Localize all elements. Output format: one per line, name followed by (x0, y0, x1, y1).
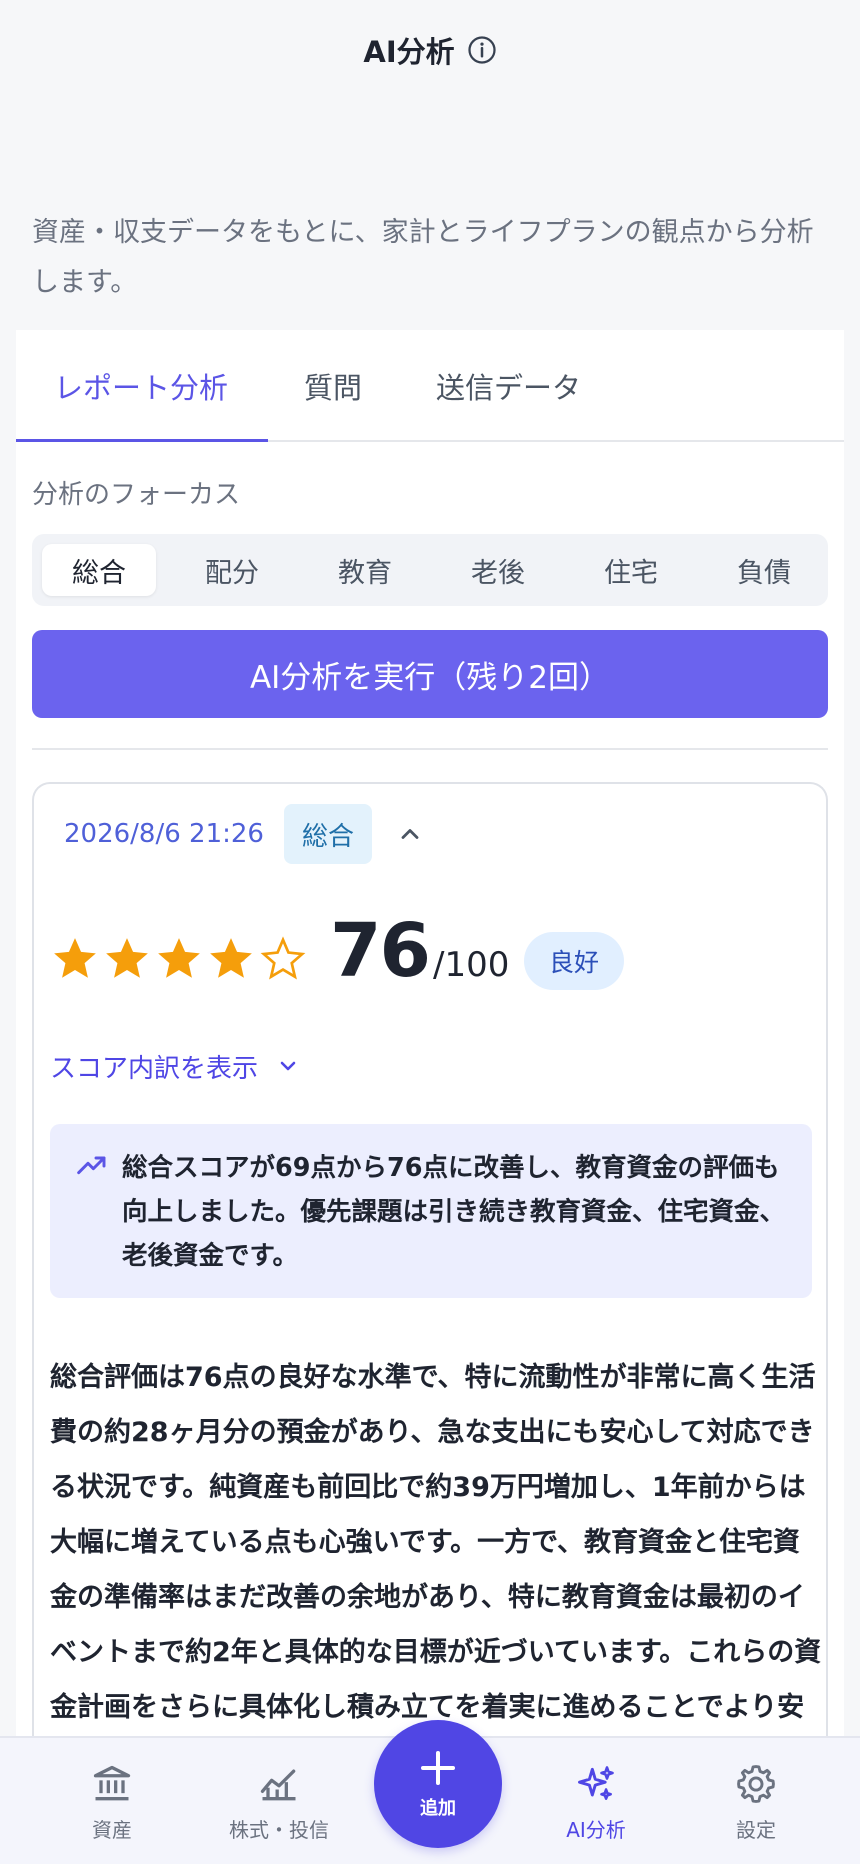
intro-description: 資産・収支データをもとに、家計とライフプランの観点から分析します。 (32, 217, 814, 298)
star-filled-icon (54, 938, 96, 978)
focus-option-housing[interactable]: 住宅 (574, 544, 688, 596)
report-body-text: 総合評価は76点の良好な水準で、特に流動性が非常に高く生活費の約28ヶ月分の預金… (50, 1362, 822, 1750)
focus-segmented-control: 総合 配分 教育 老後 住宅 負債 (32, 534, 828, 606)
nav-label-stocks-funds: 株式・投信 (229, 1817, 329, 1842)
summary-text: 総合スコアが69点から76点に改善し、教育資金の評価も向上しました。優先課題は引… (122, 1153, 786, 1271)
nav-item-assets[interactable]: 資産 (32, 1738, 192, 1864)
nav-item-ai-analysis[interactable]: AI分析 (516, 1738, 676, 1864)
score-breakdown-label: スコア内訳を表示 (50, 1053, 259, 1084)
stock-chart-icon (260, 1769, 296, 1800)
run-ai-analysis-button[interactable]: AI分析を実行（残り2回） (32, 630, 828, 718)
nav-label-settings: 設定 (736, 1817, 776, 1842)
score-max: /100 (432, 945, 510, 985)
rating-stars (50, 934, 308, 984)
plus-icon (421, 1751, 455, 1785)
sparkles-icon (578, 1765, 614, 1800)
nav-label-ai-analysis: AI分析 (566, 1817, 626, 1842)
focus-option-allocation[interactable]: 配分 (175, 544, 289, 596)
app-header: AI分析 (0, 0, 860, 100)
star-filled-icon (106, 938, 148, 978)
focus-option-education[interactable]: 教育 (308, 544, 422, 596)
grade-badge: 良好 (524, 932, 624, 990)
focus-option-debt[interactable]: 負債 (707, 544, 821, 596)
info-icon[interactable] (467, 35, 497, 65)
focus-label: 分析のフォーカス (32, 480, 241, 510)
trending-up-icon (77, 1156, 106, 1175)
nav-item-stocks-funds[interactable]: 株式・投信 (199, 1738, 359, 1864)
score-display: 76 /100 (330, 908, 509, 994)
nav-item-settings[interactable]: 設定 (676, 1738, 836, 1864)
summary-highlight: 総合スコアが69点から76点に改善し、教育資金の評価も向上しました。優先課題は引… (50, 1124, 812, 1298)
report-date: 2026/8/6 21:26 (64, 819, 264, 849)
focus-option-retirement[interactable]: 老後 (441, 544, 555, 596)
report-focus-tag: 総合 (284, 804, 372, 864)
add-fab-button[interactable]: 追加 (374, 1720, 502, 1848)
star-filled-icon (158, 938, 200, 978)
bank-icon (93, 1765, 131, 1800)
tab-sent-data[interactable]: 送信データ (436, 330, 581, 442)
star-empty-icon (260, 936, 306, 980)
focus-option-overall[interactable]: 総合 (42, 544, 156, 596)
page-title: AI分析 (363, 35, 455, 69)
divider (32, 748, 828, 750)
analysis-card: レポート分析 質問 送信データ 分析のフォーカス 総合 配分 教育 老後 住宅 … (16, 330, 844, 1750)
chevron-down-icon (280, 1061, 296, 1071)
score-breakdown-toggle[interactable]: スコア内訳を表示 (50, 1046, 300, 1086)
nav-label-assets: 資産 (92, 1817, 132, 1842)
gear-icon (737, 1764, 775, 1803)
add-fab-label: 追加 (420, 1798, 456, 1819)
tab-bar: レポート分析 質問 送信データ (16, 330, 844, 442)
tab-question[interactable]: 質問 (304, 330, 362, 442)
collapse-chevron-up-icon[interactable] (396, 820, 424, 848)
score-value: 76 (330, 908, 431, 994)
tab-report-analysis[interactable]: レポート分析 (54, 330, 228, 442)
star-filled-icon (210, 938, 252, 978)
active-tab-indicator (16, 439, 268, 442)
report-card: 2026/8/6 21:26 総合 76 /100 良好 スコア内訳を表示 総合… (32, 782, 828, 1750)
